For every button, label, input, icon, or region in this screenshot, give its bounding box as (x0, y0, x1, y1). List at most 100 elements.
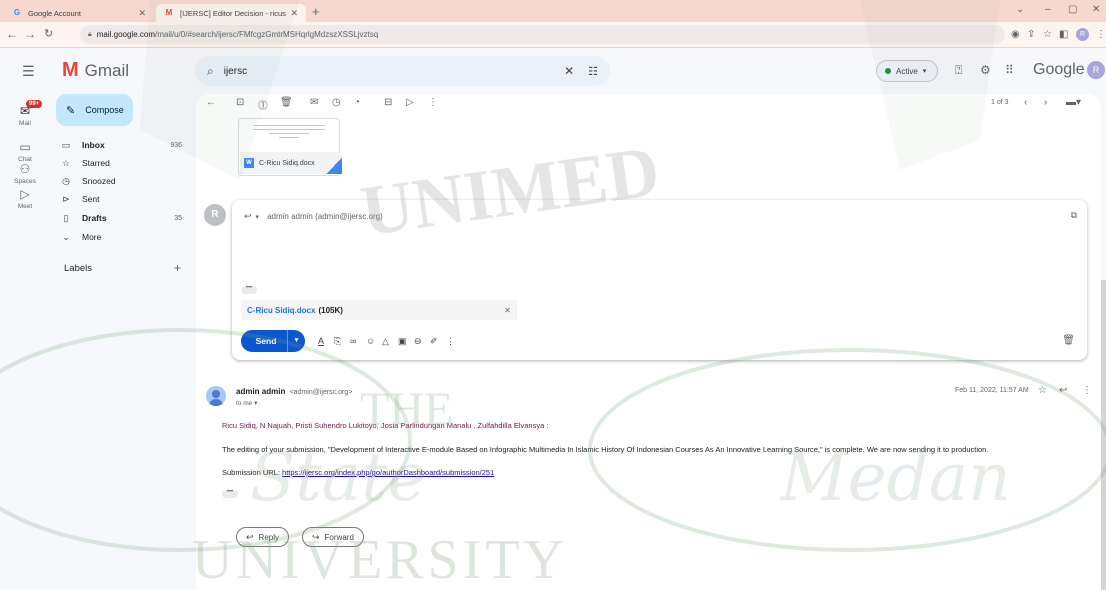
back-icon[interactable]: ← (6, 27, 18, 41)
snooze-icon[interactable]: ◷ (332, 97, 341, 108)
reply-icon[interactable]: ↩ (1059, 385, 1067, 396)
clear-search-icon[interactable]: ✕ (564, 64, 574, 78)
gmail-logo[interactable]: M Gmail (62, 59, 129, 82)
sender-name[interactable]: admin admin (236, 387, 285, 396)
more-options-icon[interactable]: ⋮ (428, 97, 438, 108)
move-to-icon[interactable]: ⊟ (384, 97, 392, 108)
url-host: mail.google.com (96, 30, 155, 39)
reply-recipient[interactable]: ↩ ▾ admin admin (admin@ijersc.org) (244, 211, 383, 222)
reply-compose-box[interactable]: ↩ ▾ admin admin (admin@ijersc.org) ⧉ •••… (232, 200, 1087, 360)
gmail-m-icon: M (62, 59, 79, 81)
account-avatar[interactable]: R (1087, 61, 1105, 79)
search-options-icon[interactable]: ☷ (588, 65, 598, 78)
sidebar-item-snoozed[interactable]: ◷ Snoozed (60, 173, 190, 189)
browser-toolbar: ← → ↻ 🔒︎ mail.google.com/mail/u/0/#searc… (0, 22, 1106, 48)
signature-pen-icon[interactable]: ✐ (430, 336, 438, 347)
lock-icon: 🔒︎ (88, 30, 92, 38)
confidential-lock-icon[interactable]: ⊖ (414, 336, 422, 347)
insert-photo-icon[interactable]: ▣ (398, 336, 407, 347)
add-task-icon[interactable]: ◔ (354, 97, 360, 108)
older-chevron-icon[interactable]: › (1044, 97, 1047, 108)
forward-button[interactable]: ↪ Forward (302, 527, 364, 547)
discard-draft-icon[interactable]: 🗑︎ (1062, 335, 1075, 346)
location-icon[interactable]: ◉ (1011, 29, 1020, 40)
reply-button[interactable]: ↩ Reply (236, 527, 289, 547)
gmail-favicon-icon: M (165, 8, 173, 17)
back-to-search-icon[interactable]: ← (206, 97, 216, 108)
tab-gmail[interactable]: M [IJERSC] Editor Decision - ricusid ✕ (156, 4, 306, 22)
close-tab-icon[interactable]: ✕ (290, 8, 298, 19)
search-bar[interactable]: ⌕ ijersc ✕ ☷ (195, 56, 610, 86)
add-label-icon[interactable]: + (174, 261, 181, 275)
message-more-icon[interactable]: ⋮ (1082, 385, 1092, 396)
insert-link-icon[interactable]: ∞ (350, 336, 356, 346)
browser-menu-icon[interactable]: ⋮ (1096, 29, 1106, 40)
show-trimmed-content[interactable]: ••• (241, 285, 257, 294)
status-dropdown[interactable]: Active ▾ (876, 60, 938, 82)
sender-line: admin admin <admin@ijersc.org> (236, 387, 352, 396)
close-tab-icon[interactable]: ✕ (138, 8, 146, 19)
rail-chat[interactable]: ▭ Chat (0, 140, 50, 163)
sidebar-item-drafts[interactable]: ▯ Drafts 35 (60, 210, 190, 226)
compose-button[interactable]: ✎ Compose (56, 94, 133, 126)
remove-attachment-icon[interactable]: ✕ (504, 306, 511, 315)
mark-unread-icon[interactable]: ✉ (310, 97, 318, 108)
message-date: Feb 11, 2022, 11:57 AM (955, 387, 1029, 394)
rail-meet[interactable]: ▷ Meet (0, 187, 50, 210)
attach-file-icon[interactable]: ⎘ (334, 336, 341, 347)
rail-label: Spaces (14, 178, 36, 185)
send-arrow-icon: ⊳ (62, 193, 70, 204)
rail-spaces[interactable]: ⚇ Spaces (0, 162, 50, 185)
archive-icon[interactable]: ⊡ (236, 97, 244, 108)
maximize-icon[interactable]: ▢ (1068, 4, 1077, 15)
submission-url-link[interactable]: https://ijersc.org/index.php/go/authorDa… (282, 468, 494, 477)
forward-icon[interactable]: → (24, 27, 36, 41)
star-icon: ☆ (61, 157, 71, 168)
send-options-chevron-icon[interactable]: ▾ (287, 330, 305, 352)
chevron-down-icon[interactable]: ▾ (256, 213, 260, 221)
newer-chevron-icon[interactable]: ‹ (1024, 97, 1027, 108)
main-menu-icon[interactable]: ☰ (22, 63, 35, 80)
apps-grid-icon[interactable]: ⠿ (1005, 63, 1014, 77)
tab-google-account[interactable]: G Google Account ✕ (4, 4, 154, 22)
new-tab-icon[interactable]: + (312, 4, 320, 19)
label-icon[interactable]: ▷ (406, 97, 414, 108)
browser-profile-avatar[interactable]: R (1076, 28, 1089, 41)
popout-icon[interactable]: ⧉ (1071, 210, 1077, 221)
delete-icon[interactable]: 🗑︎ (280, 97, 293, 108)
scrollbar[interactable] (1101, 280, 1106, 590)
attached-file-chip[interactable]: C-Ricu Sidiq.docx (105K) ✕ (241, 300, 517, 320)
sidebar-item-starred[interactable]: ☆ Starred (60, 155, 190, 171)
settings-gear-icon[interactable]: ⚙ (980, 63, 991, 77)
sidepanel-icon[interactable]: ◧ (1059, 29, 1068, 40)
report-spam-icon[interactable]: ⓵ (258, 97, 268, 112)
help-icon[interactable]: ⍰ (955, 63, 962, 78)
minimize-icon[interactable]: – (1045, 4, 1051, 15)
reload-icon[interactable]: ↻ (44, 27, 53, 40)
sender-email: <admin@ijersc.org> (289, 389, 353, 396)
address-bar[interactable]: 🔒︎ mail.google.com/mail/u/0/#search/ijer… (80, 25, 1005, 44)
emoji-icon[interactable]: ☺ (366, 336, 375, 346)
show-trimmed-content[interactable]: ••• (222, 489, 238, 498)
star-icon[interactable]: ☆ (1038, 385, 1047, 396)
input-tools-icon[interactable]: ▬▾ (1066, 97, 1081, 108)
bookmark-star-icon[interactable]: ☆ (1043, 29, 1052, 40)
send-button[interactable]: Send ▾ (241, 330, 305, 352)
reply-arrow-icon[interactable]: ↩ (244, 211, 252, 222)
rail-mail[interactable]: ✉ 99+ Mail (0, 100, 50, 127)
url-path: /mail/u/0/#search/ijersc/FMfcgzGmtrMSHqr… (154, 30, 379, 39)
share-icon[interactable]: ⇪ (1027, 29, 1035, 40)
more-compose-options-icon[interactable]: ⋮ (446, 336, 455, 347)
close-window-icon[interactable]: ✕ (1092, 4, 1100, 15)
sidebar-item-sent[interactable]: ⊳ Sent (60, 191, 190, 207)
sidebar-item-count: 936 (170, 141, 182, 149)
drive-icon[interactable]: △ (382, 336, 389, 347)
sidebar-item-more[interactable]: ⌄ More (60, 229, 190, 245)
search-icon[interactable]: ⌕ (207, 64, 214, 79)
formatting-options-icon[interactable]: A (318, 336, 324, 346)
search-input[interactable]: ijersc (224, 66, 564, 77)
sidebar-item-inbox[interactable]: ▭ Inbox 936 (60, 137, 190, 153)
recipient-details-toggle[interactable]: to me ▾ (236, 399, 257, 407)
tab-search-icon[interactable]: ⌄ (1016, 4, 1024, 15)
google-account-logo[interactable]: Google (1033, 61, 1085, 79)
